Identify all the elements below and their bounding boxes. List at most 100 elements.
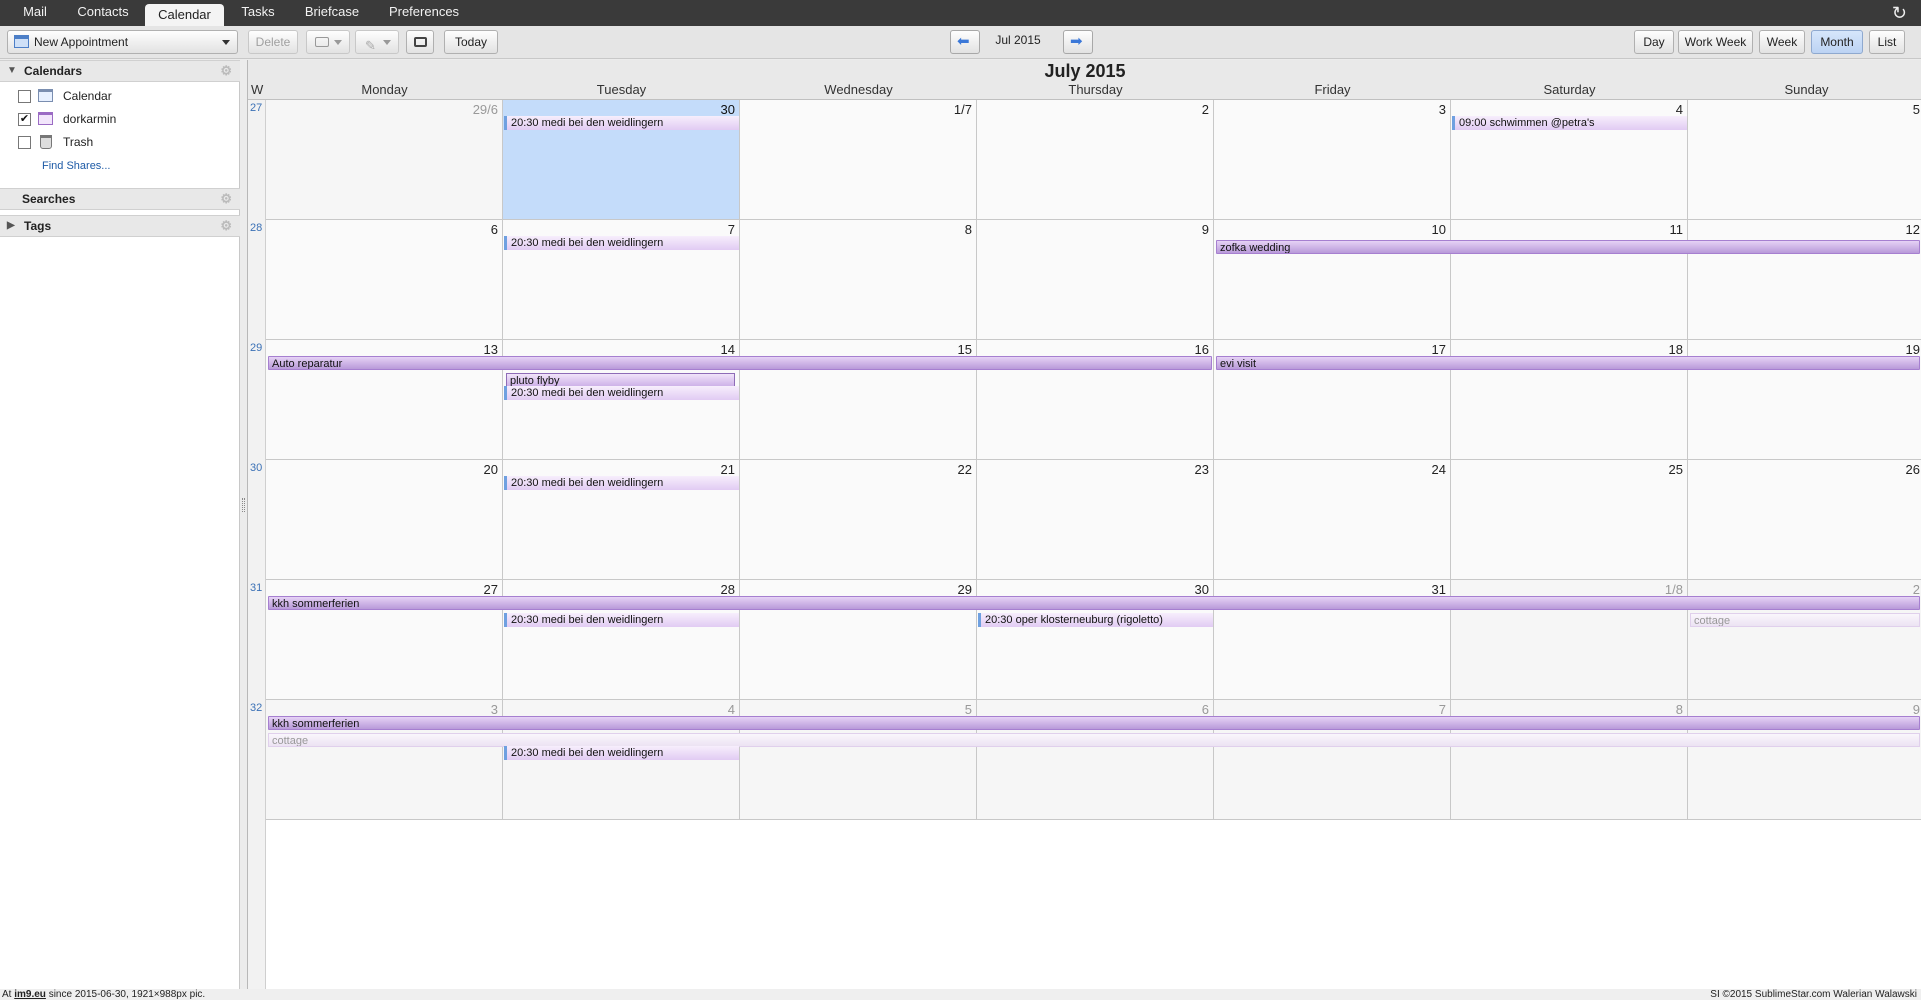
sidebar-resize-handle[interactable] — [242, 498, 245, 512]
calendar-event[interactable]: 20:30 medi bei den weidlingern — [504, 476, 739, 490]
day-cell[interactable]: 1/7 — [740, 100, 977, 220]
chevron-down-icon — [334, 40, 342, 45]
view-week-button[interactable]: Week — [1759, 30, 1805, 54]
gear-icon[interactable]: ⚙ — [220, 61, 232, 81]
gear-icon[interactable]: ⚙ — [220, 216, 232, 236]
calendar-event[interactable]: kkh sommerferien — [268, 596, 1920, 610]
tab-briefcase[interactable]: Briefcase — [296, 0, 368, 26]
calendar-event[interactable]: 20:30 medi bei den weidlingern — [504, 746, 739, 760]
day-cell[interactable]: 3 — [1214, 100, 1451, 220]
dorkarmin-checkbox[interactable]: ✔ — [18, 113, 31, 126]
day-cell[interactable]: 6 — [266, 220, 503, 340]
day-number: 20 — [483, 462, 498, 477]
calendar-event[interactable]: 20:30 medi bei den weidlingern — [504, 116, 739, 130]
calendar-event[interactable]: kkh sommerferien — [268, 716, 1920, 730]
new-appointment-label: New Appointment — [34, 35, 129, 49]
view-day-button[interactable]: Day — [1634, 30, 1674, 54]
day-cell[interactable]: 24 — [1214, 460, 1451, 580]
day-cell[interactable]: 12 — [1688, 220, 1921, 340]
day-cell[interactable]: 8 — [740, 220, 977, 340]
view-work-week-button[interactable]: Work Week — [1678, 30, 1753, 54]
week-number[interactable]: 32 — [250, 702, 265, 714]
view-month-button[interactable]: Month — [1811, 30, 1863, 54]
day-cell[interactable]: 20 — [266, 460, 503, 580]
day-cell[interactable]: 5 — [1688, 100, 1921, 220]
calendar-event[interactable]: zofka wedding — [1216, 240, 1920, 254]
tab-calendar[interactable]: Calendar — [145, 4, 224, 28]
tag-button[interactable]: ✎ — [355, 30, 399, 54]
new-appointment-button[interactable]: New Appointment — [7, 30, 238, 54]
tab-contacts[interactable]: Contacts — [70, 0, 136, 26]
week-number-header: W — [251, 82, 264, 97]
week-number[interactable]: 29 — [250, 342, 265, 354]
week-number[interactable]: 30 — [250, 462, 265, 474]
calendar-event[interactable]: evi visit — [1216, 356, 1920, 370]
day-number: 2 — [1912, 582, 1920, 597]
calendar-icon — [38, 89, 53, 102]
day-number: 15 — [957, 342, 972, 357]
sidebar-item-dorkarmin[interactable]: ✔ dorkarmin — [0, 108, 240, 130]
day-cell[interactable]: 26 — [1688, 460, 1921, 580]
calendar-event[interactable]: 20:30 medi bei den weidlingern — [504, 613, 739, 627]
day-number: 1/8 — [1664, 582, 1683, 597]
delete-button[interactable]: Delete — [248, 30, 298, 54]
tags-section-header[interactable]: ▶ Tags ⚙ — [0, 215, 240, 237]
tags-header-label: Tags — [24, 219, 52, 233]
previous-month-button[interactable]: ⬅ — [950, 30, 980, 54]
calendar-event[interactable]: 20:30 oper klosterneuburg (rigoletto) — [978, 613, 1213, 627]
day-cell[interactable]: 29/6 — [266, 100, 503, 220]
sidebar-item-calendar[interactable]: Calendar — [0, 85, 240, 107]
footer-credit: At im9.eu since 2015-06-30, 1921×988px p… — [2, 989, 205, 1000]
day-number: 7 — [727, 222, 735, 237]
toolbar: New Appointment Delete ✎ Today ⬅ Jul 201… — [0, 26, 1921, 59]
tab-preferences[interactable]: Preferences — [382, 0, 466, 26]
calendar-event[interactable]: Auto reparatur — [268, 356, 1212, 370]
day-number: 4 — [1675, 102, 1683, 117]
day-number: 3 — [1438, 102, 1446, 117]
day-cell[interactable]: 9 — [977, 220, 1214, 340]
gear-icon[interactable]: ⚙ — [220, 189, 232, 209]
move-button[interactable] — [306, 30, 350, 54]
calendar-event[interactable]: cottage — [268, 733, 1920, 747]
sidebar-item-trash[interactable]: Trash — [0, 131, 240, 153]
day-number: 9 — [1201, 222, 1209, 237]
calendar-event[interactable]: 09:00 schwimmen @petra's — [1452, 116, 1687, 130]
tab-mail[interactable]: Mail — [14, 0, 56, 26]
calendar-event[interactable]: pluto flyby — [506, 373, 735, 387]
week-number[interactable]: 31 — [250, 582, 265, 594]
day-cell[interactable]: 2 — [977, 100, 1214, 220]
day-number: 10 — [1431, 222, 1446, 237]
tab-tasks[interactable]: Tasks — [232, 0, 284, 26]
day-cell[interactable]: 11 — [1451, 220, 1688, 340]
day-number: 18 — [1668, 342, 1683, 357]
calendar-event[interactable]: cottage — [1690, 613, 1920, 627]
calendar-event[interactable]: 20:30 medi bei den weidlingern — [504, 236, 739, 250]
footer-link[interactable]: im9.eu — [14, 989, 46, 1000]
day-cell[interactable]: 25 — [1451, 460, 1688, 580]
refresh-icon[interactable]: ↻ — [1892, 2, 1907, 24]
day-of-week-header: Sunday — [1784, 82, 1829, 97]
chevron-down-icon[interactable] — [222, 40, 230, 45]
day-cell[interactable]: 23 — [977, 460, 1214, 580]
expand-triangle-icon[interactable]: ▼ — [7, 61, 17, 81]
day-cell[interactable]: 10 — [1214, 220, 1451, 340]
trash-checkbox[interactable] — [18, 136, 31, 149]
next-month-button[interactable]: ➡ — [1063, 30, 1093, 54]
calendar-icon — [38, 112, 53, 125]
day-cell[interactable]: 22 — [740, 460, 977, 580]
week-number[interactable]: 28 — [250, 222, 265, 234]
today-button[interactable]: Today — [444, 30, 498, 54]
calendar-checkbox[interactable] — [18, 90, 31, 103]
expand-triangle-icon[interactable]: ▶ — [7, 216, 15, 236]
view-list-button[interactable]: List — [1869, 30, 1905, 54]
week-number[interactable]: 27 — [250, 102, 265, 114]
day-of-week-header: Saturday — [1543, 82, 1596, 97]
day-number: 26 — [1905, 462, 1920, 477]
calendar-event[interactable]: 20:30 medi bei den weidlingern — [504, 386, 739, 400]
calendars-section-header[interactable]: ▼ Calendars ⚙ — [0, 60, 240, 82]
find-shares-link[interactable]: Find Shares... — [42, 160, 110, 172]
day-number: 13 — [483, 342, 498, 357]
print-button[interactable] — [406, 30, 434, 54]
searches-section-header[interactable]: Searches ⚙ — [0, 188, 240, 210]
day-of-week-header: Thursday — [1068, 82, 1123, 97]
